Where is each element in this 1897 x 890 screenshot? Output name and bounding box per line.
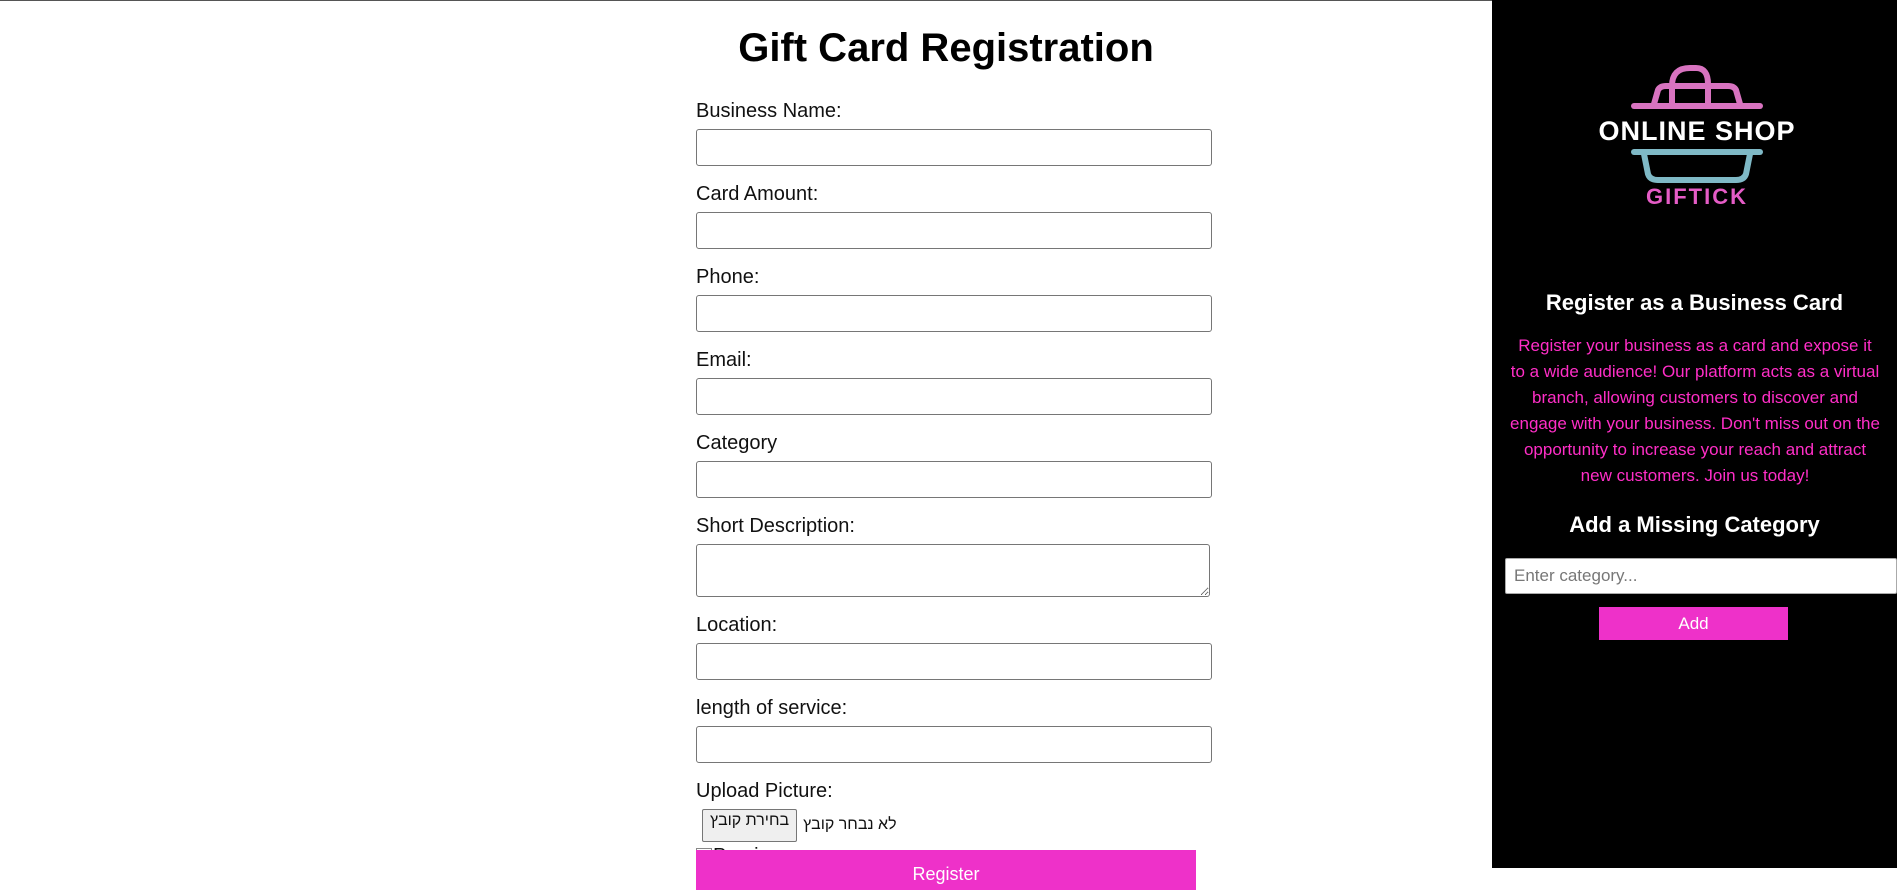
register-button[interactable]: Register xyxy=(696,850,1196,890)
short-description-label: Short Description: xyxy=(696,515,855,537)
email-input[interactable] xyxy=(696,378,1212,415)
register-description: Register your business as a card and exp… xyxy=(1510,336,1880,485)
business-name-label: Business Name: xyxy=(696,100,842,122)
length-of-service-input[interactable] xyxy=(696,726,1212,763)
card-amount-input[interactable] xyxy=(696,212,1212,249)
sidebar: ONLINE SHOP GIFTICK Register as a Busine… xyxy=(1492,0,1897,868)
category-input-field[interactable] xyxy=(1505,558,1897,594)
category-input[interactable] xyxy=(696,461,1212,498)
phone-input[interactable] xyxy=(696,295,1212,332)
logo-text: ONLINE SHOP xyxy=(1598,116,1796,146)
phone-label: Phone: xyxy=(696,266,760,288)
file-status: לא נבחר קובץ xyxy=(803,816,897,833)
file-upload: בחירת קובץ לא נבחר קובץ xyxy=(696,808,1216,842)
registration-form: Business Name: Card Amount: Phone: Email… xyxy=(696,99,1216,869)
location-input[interactable] xyxy=(696,643,1212,680)
location-label: Location: xyxy=(696,614,778,636)
short-description-textarea[interactable] xyxy=(696,544,1210,597)
card-amount-label: Card Amount: xyxy=(696,183,819,205)
register-heading: Register as a Business Card xyxy=(1545,290,1844,315)
add-category-heading: Add a Missing Category xyxy=(1569,512,1820,537)
business-name-input[interactable] xyxy=(696,129,1212,166)
main-content: Gift Card Registration Business Name: Ca… xyxy=(0,0,1492,890)
email-label: Email: xyxy=(696,349,752,371)
online-shop-logo: ONLINE SHOP GIFTICK xyxy=(1592,54,1802,214)
category-label: Category xyxy=(696,432,778,454)
logo-subtext: GIFTICK xyxy=(1646,184,1748,209)
choose-file-button[interactable]: בחירת קובץ xyxy=(702,808,798,842)
length-of-service-label: length of service: xyxy=(696,697,848,719)
add-category-button[interactable]: Add xyxy=(1599,607,1788,640)
upload-picture-label: Upload Picture: xyxy=(696,780,833,802)
